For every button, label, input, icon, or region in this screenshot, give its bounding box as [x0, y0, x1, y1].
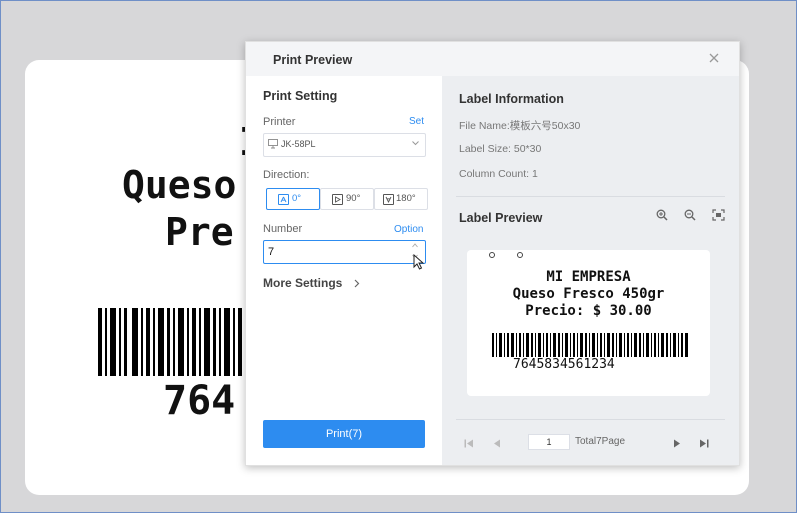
zoom-out-icon[interactable]	[684, 209, 696, 221]
number-input[interactable]: 7	[263, 240, 426, 264]
printer-select[interactable]: JK-58PL	[263, 133, 426, 157]
preview-barcode-number: 7645834561234	[513, 357, 615, 372]
zoom-in-icon[interactable]	[656, 209, 668, 221]
canvas-barcode-number: 764	[163, 378, 236, 424]
more-settings-label: More Settings	[263, 276, 343, 290]
label-hole-right	[517, 252, 523, 258]
dialog-header: Print Preview	[246, 42, 739, 76]
column-count: Column Count: 1	[459, 168, 538, 180]
prev-page-icon[interactable]	[493, 439, 501, 448]
direction-90-button[interactable]: 90°	[320, 188, 374, 210]
dialog-title: Print Preview	[273, 53, 353, 67]
printer-label: Printer	[263, 116, 296, 128]
monitor-icon	[268, 139, 278, 149]
number-label: Number	[263, 223, 303, 235]
direction-0-button[interactable]: 0°	[266, 188, 320, 210]
printer-value: JK-58PL	[281, 139, 316, 149]
divider	[456, 419, 725, 420]
printer-set-link[interactable]: Set	[409, 116, 424, 127]
close-icon[interactable]	[707, 51, 721, 65]
label-info-panel: Label Information File Name:模板六号50x30 La…	[442, 76, 739, 465]
more-settings-toggle[interactable]: More Settings	[263, 276, 360, 290]
direction-180-label: 180°	[396, 193, 416, 204]
divider	[456, 196, 725, 197]
print-button[interactable]: Print(7)	[263, 420, 425, 448]
label-information-title: Label Information	[459, 92, 564, 106]
preview-line1: MI EMPRESA	[546, 269, 631, 285]
preview-line3: Precio: $ 30.00	[525, 303, 652, 319]
last-page-icon[interactable]	[699, 439, 709, 448]
number-option-link[interactable]: Option	[394, 224, 423, 235]
label-hole-left	[489, 252, 495, 258]
canvas-text-line3: Pre	[165, 210, 234, 254]
direction-180-button[interactable]: 180°	[374, 188, 428, 210]
chevron-down-icon	[412, 141, 419, 146]
label-preview-title: Label Preview	[459, 211, 543, 225]
print-setting-panel: Print Setting Printer Set JK-58PL Direct…	[246, 76, 442, 465]
pager: 1 Total7Page	[442, 434, 739, 454]
rotate-0-icon	[278, 194, 289, 205]
fit-to-screen-icon[interactable]	[712, 209, 725, 221]
print-setting-title: Print Setting	[263, 89, 338, 103]
next-page-icon[interactable]	[673, 439, 681, 448]
preview-line2: Queso Fresco 450gr	[512, 286, 665, 302]
canvas-barcode	[98, 308, 242, 376]
direction-label: Direction:	[263, 169, 310, 181]
label-size: Label Size: 50*30	[459, 143, 542, 155]
chevron-right-icon	[354, 279, 360, 288]
page-number-input[interactable]: 1	[528, 434, 570, 450]
print-preview-dialog: Print Preview Print Setting Printer Set …	[245, 41, 740, 466]
label-preview-card: MI EMPRESA Queso Fresco 450gr Precio: $ …	[467, 250, 710, 396]
first-page-icon[interactable]	[464, 439, 474, 448]
rotate-90-icon	[332, 194, 343, 205]
number-value: 7	[268, 246, 275, 258]
stepper-up-icon[interactable]	[412, 243, 418, 248]
preview-barcode	[492, 333, 688, 357]
page-total: Total7Page	[575, 436, 626, 447]
rotate-180-icon	[383, 194, 394, 205]
canvas-text-line2: Queso	[122, 163, 237, 207]
direction-0-label: 0°	[292, 193, 302, 204]
mouse-cursor-icon	[413, 254, 424, 270]
direction-90-label: 90°	[346, 193, 361, 204]
file-name: File Name:模板六号50x30	[459, 120, 581, 132]
